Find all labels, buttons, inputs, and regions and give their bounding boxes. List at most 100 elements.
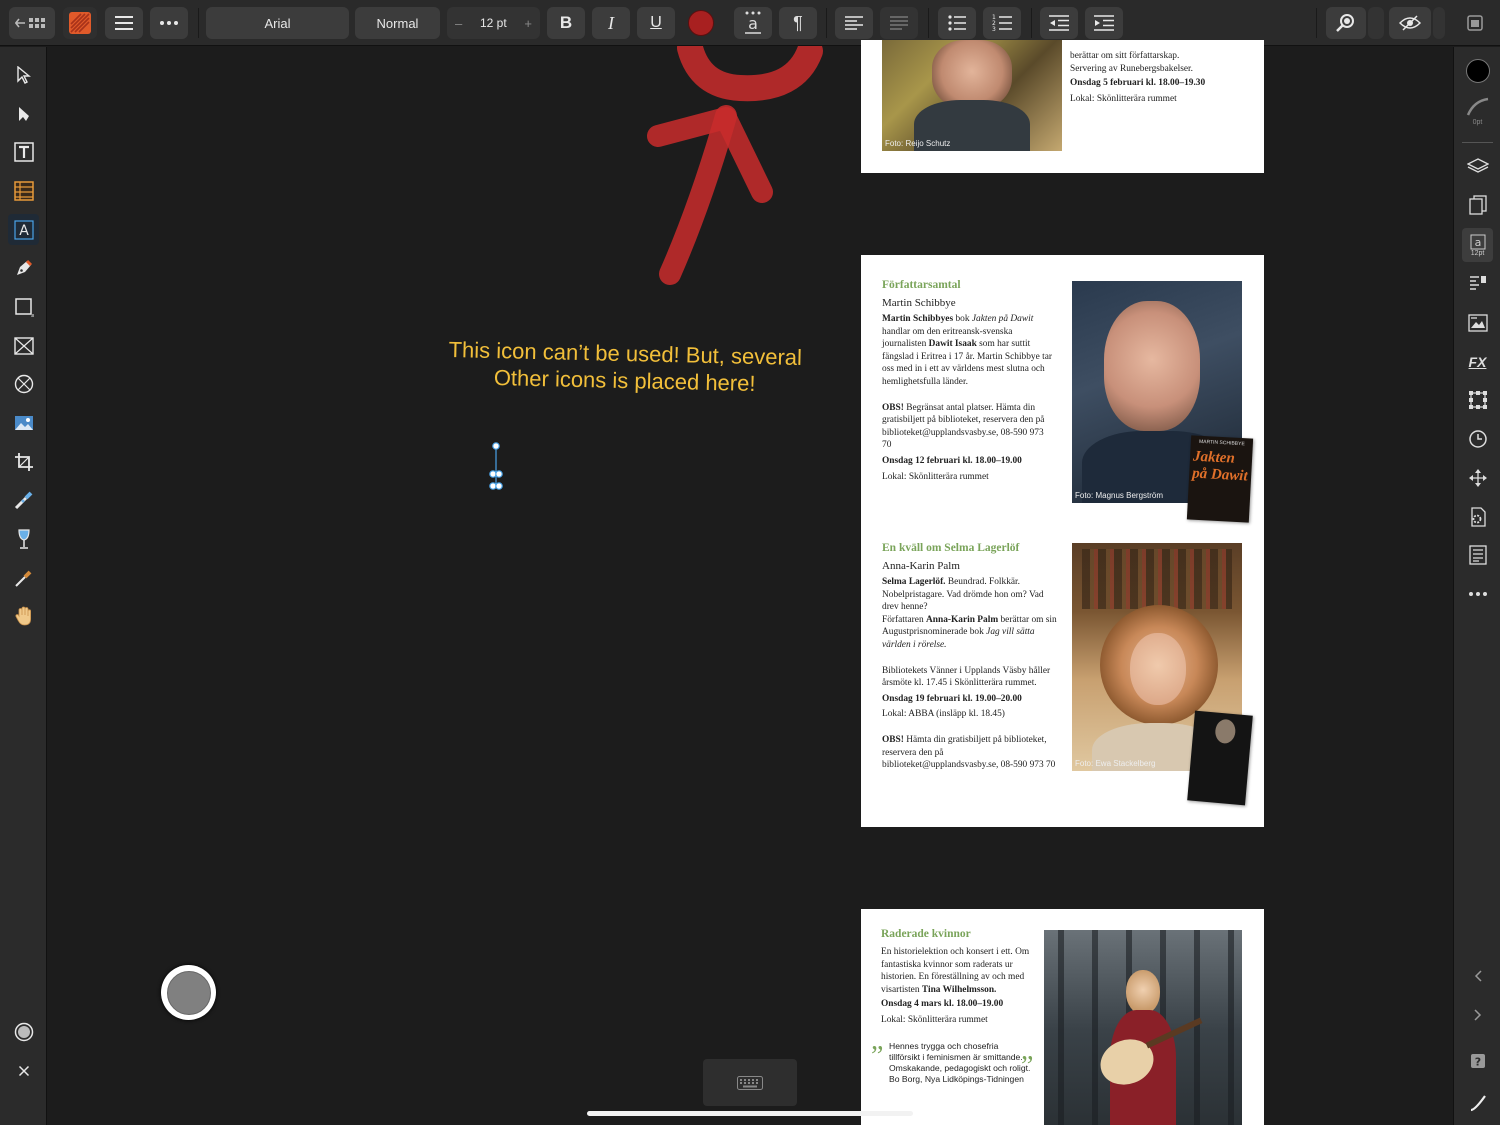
crop-tool[interactable] (8, 446, 39, 477)
preview-mode-button[interactable] (1389, 7, 1431, 39)
pages-studio-button[interactable] (1462, 189, 1493, 220)
place-image-tool[interactable] (8, 407, 39, 438)
node-tool[interactable] (8, 98, 39, 129)
document-page-2[interactable]: Författarsamtal Martin Schibbye Martin S… (861, 255, 1264, 827)
picture-frame-rectangle-tool[interactable] (8, 330, 39, 361)
publisher-logo-icon (69, 12, 91, 34)
text-run: Författaren (882, 614, 926, 625)
zoom-view-button[interactable] (1326, 7, 1366, 39)
history-studio-button[interactable] (1462, 423, 1493, 454)
numbered-list-button[interactable]: 123 (983, 7, 1021, 39)
portrait-face (1130, 633, 1186, 705)
toolbar-divider (1031, 8, 1032, 38)
help-button[interactable]: ? (1462, 1045, 1493, 1076)
transparency-tool[interactable] (8, 523, 39, 554)
frame-text-tool[interactable] (8, 136, 39, 167)
studio-expand-right-button[interactable] (1462, 999, 1493, 1030)
font-size-increase-button[interactable]: + (524, 16, 532, 31)
paragraph-studio-button[interactable] (1462, 268, 1493, 299)
floating-action-button[interactable] (161, 965, 216, 1020)
rectangle-tool[interactable] (8, 291, 39, 322)
bullet-list-button[interactable] (938, 7, 976, 39)
toolbar-divider (826, 8, 827, 38)
event-date: Onsdag 12 februari kl. 18.00–19.00 (882, 455, 1022, 466)
artist-face (1126, 970, 1160, 1014)
text-color-button[interactable] (682, 7, 720, 39)
text-style-studio-button[interactable]: a 12pt (1462, 228, 1493, 262)
italic-button[interactable]: I (592, 7, 630, 39)
hidden-eye-icon (1399, 15, 1421, 31)
navigator-studio-button[interactable] (1462, 462, 1493, 493)
svg-text:a: a (1474, 236, 1481, 249)
toolbar-divider (1316, 8, 1317, 38)
resource-manager-button[interactable] (1462, 307, 1493, 338)
decrease-indent-button[interactable] (1040, 7, 1078, 39)
color-picker-tool[interactable] (8, 562, 39, 593)
event-block-2: En kväll om Selma Lagerlöf Anna-Karin Pa… (882, 542, 1057, 772)
author-photo-1[interactable]: Foto: Reijo Schutz (882, 40, 1062, 151)
view-tool[interactable] (8, 600, 39, 631)
more-options-button[interactable] (150, 7, 188, 39)
close-tools-button[interactable] (8, 1055, 39, 1086)
command-controller-button[interactable] (8, 1016, 39, 1047)
table-tool[interactable] (8, 175, 39, 206)
paragraph-panel-button[interactable]: ¶ (779, 7, 817, 39)
picture-frame-ellipse-icon (14, 374, 33, 393)
back-to-documents-button[interactable] (9, 7, 55, 39)
layers-studio-button[interactable] (1462, 150, 1493, 181)
studio-collapse-left-button[interactable] (1462, 960, 1493, 991)
effects-studio-button[interactable]: FX (1462, 346, 1493, 377)
move-tool[interactable] (8, 59, 39, 90)
show-keyboard-button[interactable] (703, 1059, 797, 1106)
book-cover-2[interactable] (1187, 710, 1253, 806)
bold-button[interactable]: B (547, 7, 585, 39)
increase-indent-button[interactable] (1085, 7, 1123, 39)
artist-photo[interactable] (1044, 930, 1242, 1125)
justify-icon (890, 16, 908, 30)
zoom-options-button[interactable] (1368, 7, 1384, 39)
close-quote-mark: ” (1021, 1051, 1034, 1082)
picture-frame-ellipse-tool[interactable] (8, 368, 39, 399)
text-run: Begränsat antal platser. Hämta din grati… (882, 402, 1045, 451)
transform-studio-button[interactable] (1462, 384, 1493, 415)
stroke-studio-button[interactable]: 0pt (1462, 89, 1493, 133)
panel-divider (1462, 142, 1493, 143)
document-menu-button[interactable] (105, 7, 143, 39)
book-cover-1[interactable]: MARTIN SCHIBBYE Jakten på Dawit (1186, 435, 1254, 523)
font-size-value[interactable]: 12 pt (480, 16, 507, 30)
quote-text: Hennes trygga och chosefria tillförsikt … (889, 1041, 1031, 1073)
text-frame-studio-button[interactable] (1462, 539, 1493, 570)
more-studios-button[interactable] (1462, 578, 1493, 609)
document-page-3[interactable]: Raderade kvinnor En historielektion och … (861, 909, 1264, 1125)
underline-button[interactable]: U (637, 7, 675, 39)
color-studio-button[interactable] (1462, 55, 1493, 86)
outdent-icon (1049, 15, 1069, 31)
keyboard-icon (737, 1075, 763, 1090)
font-style-selector[interactable]: Normal (355, 7, 440, 39)
window-button[interactable] (1458, 7, 1492, 39)
pen-tool[interactable] (8, 252, 39, 283)
hamburger-icon (115, 16, 133, 30)
preflight-studio-button[interactable] (1462, 501, 1493, 532)
align-left-button[interactable] (835, 7, 873, 39)
justify-button[interactable] (880, 7, 918, 39)
document-page-1[interactable]: Foto: Reijo Schutz berättar om sitt förf… (861, 40, 1264, 173)
font-size-decrease-button[interactable]: – (455, 16, 462, 31)
character-a-icon: a (745, 11, 761, 34)
annotation-note: This icon can’t be used! But, several Ot… (429, 336, 820, 399)
image-landscape-icon (14, 415, 33, 430)
character-panel-button[interactable]: a (734, 7, 772, 39)
pencil-mode-button[interactable] (1462, 1087, 1493, 1118)
event-block-3: Raderade kvinnor En historielektion och … (881, 928, 1041, 1027)
toolbar-divider (928, 8, 929, 38)
persona-button[interactable] (63, 7, 97, 39)
rectangle-icon (14, 297, 34, 317)
artistic-text-tool[interactable]: A (8, 214, 39, 245)
obs-label: OBS! (882, 402, 904, 413)
portrait-face (1104, 301, 1200, 431)
preview-options-button[interactable] (1433, 7, 1445, 39)
home-indicator[interactable] (587, 1111, 913, 1116)
fill-tool[interactable] (8, 484, 39, 515)
font-family-selector[interactable]: Arial (206, 7, 349, 39)
text-cursor-handle[interactable] (488, 440, 506, 494)
